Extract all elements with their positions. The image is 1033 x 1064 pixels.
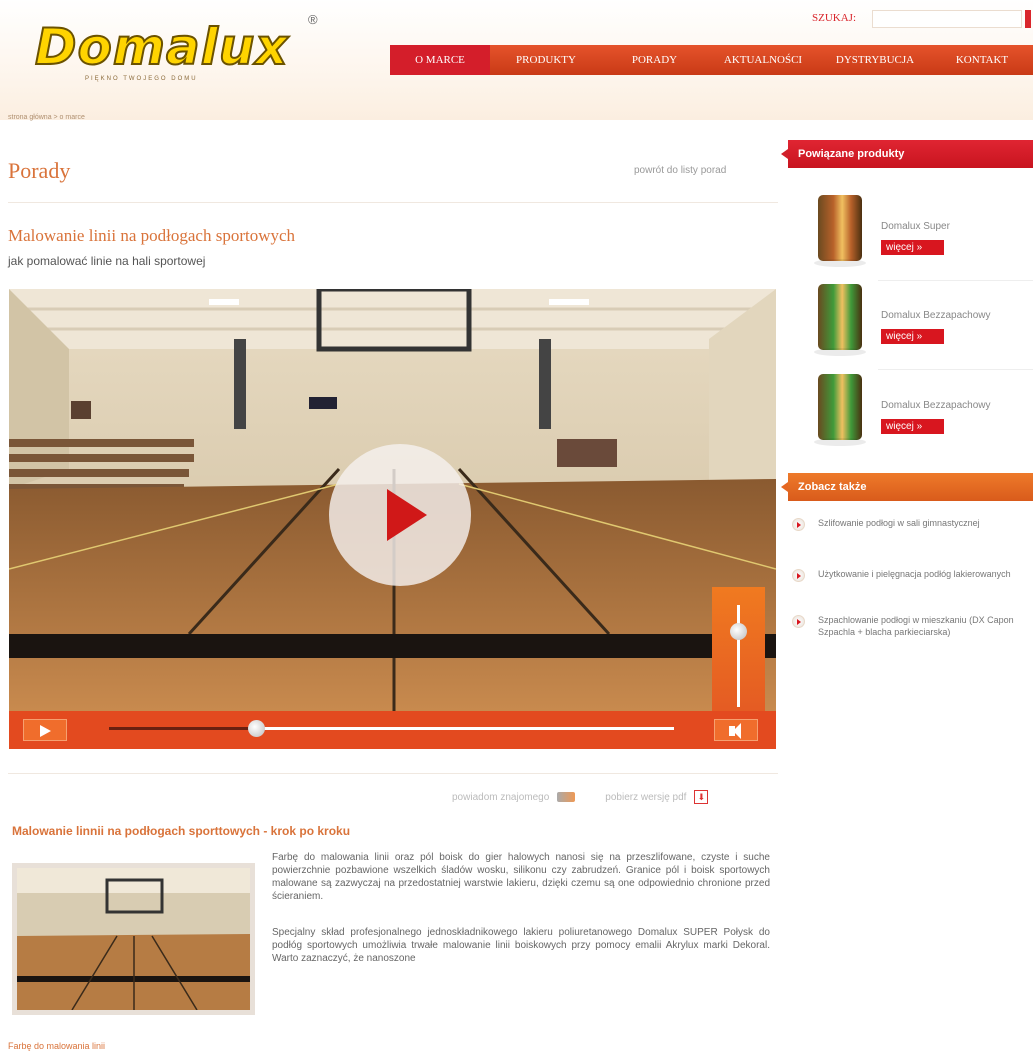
search-button[interactable]: [1025, 10, 1031, 28]
article-paragraph: Specjalny skład profesjonalnego jednoskł…: [272, 927, 770, 964]
logo-text: Domalux: [34, 17, 289, 77]
more-button[interactable]: więcej »: [881, 240, 944, 255]
video-player[interactable]: [9, 289, 776, 749]
arrow-bullet-icon: [792, 615, 805, 628]
arrow-bullet-icon: [792, 569, 805, 582]
divider: [878, 369, 1033, 370]
paint-can-image[interactable]: [818, 284, 862, 350]
speaker-cone-icon: [733, 723, 741, 739]
nav-item-dystrybucja[interactable]: DYSTRYBUCJA: [819, 45, 931, 75]
see-also-link[interactable]: Użytkowanie i pielęgnacja podłóg lakiero…: [792, 568, 1033, 582]
product-item: Domalux Super więcej »: [788, 195, 1033, 285]
article-subtitle: jak pomalować linie na hali sportowej: [8, 254, 206, 268]
divider: [8, 202, 778, 203]
see-also-link[interactable]: Szpachlowanie podłogi w mieszkaniu (DX C…: [792, 614, 1033, 638]
search-label: SZUKAJ:: [812, 12, 857, 24]
product-item: Domalux Bezzapachowy więcej »: [788, 374, 1033, 464]
registered-mark: ®: [308, 12, 318, 27]
paint-can-image[interactable]: [818, 374, 862, 440]
seek-knob[interactable]: [247, 720, 265, 737]
nav-item-aktualnosci[interactable]: AKTUALNOŚCI: [707, 45, 819, 75]
volume-knob[interactable]: [730, 622, 747, 640]
mute-button[interactable]: [714, 719, 758, 741]
nav-item-kontakt[interactable]: KONTAKT: [931, 45, 1033, 75]
seek-bar[interactable]: [109, 720, 674, 737]
can-shadow: [814, 348, 866, 356]
see-also-label: Szpachlowanie podłogi w mieszkaniu (DX C…: [818, 615, 1014, 637]
page-title: Porady: [8, 158, 71, 183]
paint-can-image[interactable]: [818, 195, 862, 261]
pdf-icon[interactable]: ⬇: [694, 790, 709, 804]
back-to-list-link[interactable]: powrót do listy porad: [634, 165, 726, 176]
divider: [878, 280, 1033, 281]
logo[interactable]: Domalux PIĘKNO TWOJEGO DOMU: [34, 17, 305, 88]
product-item: Domalux Bezzapachowy więcej »: [788, 284, 1033, 374]
can-shadow: [814, 259, 866, 267]
logo-tagline: PIĘKNO TWOJEGO DOMU: [85, 76, 198, 82]
can-shadow: [814, 438, 866, 446]
thumbnail-gym-image: [17, 868, 250, 1010]
envelope-icon[interactable]: [557, 792, 576, 802]
notify-friend-link[interactable]: powiadom znajomego: [452, 792, 549, 803]
related-products-title: Powiązane produkty: [798, 148, 905, 160]
play-button[interactable]: [23, 719, 67, 741]
main-nav: O MARCE PRODUKTY PORADY AKTUALNOŚCI DYST…: [390, 45, 1033, 75]
product-name[interactable]: Domalux Bezzapachowy: [881, 310, 991, 321]
see-also-link[interactable]: Szlifowanie podłogi w sali gimnastycznej: [792, 517, 1033, 531]
notch-icon: [781, 149, 788, 159]
product-name[interactable]: Domalux Bezzapachowy: [881, 400, 991, 411]
play-icon: [387, 489, 427, 541]
more-button[interactable]: więcej »: [881, 419, 944, 434]
more-button[interactable]: więcej »: [881, 329, 944, 344]
product-name[interactable]: Domalux Super: [881, 221, 950, 232]
notch-icon: [781, 482, 788, 492]
article-paragraph: Farbę do malowania linii oraz pól boisk …: [272, 852, 770, 902]
see-also-heading: Zobacz także: [781, 473, 1033, 501]
article-title: Malowanie linii na podłogach sportowych: [8, 226, 296, 245]
play-overlay-button[interactable]: [329, 444, 471, 586]
nav-item-produkty[interactable]: PRODUKTY: [490, 45, 602, 75]
search-input[interactable]: [872, 10, 1022, 28]
article-thumbnail[interactable]: [12, 863, 255, 1015]
video-controls: [9, 711, 776, 749]
breadcrumb[interactable]: strona główna > o marce: [8, 114, 85, 121]
see-also-label: Użytkowanie i pielęgnacja podłóg lakiero…: [818, 569, 1011, 579]
volume-track[interactable]: [737, 605, 740, 707]
footer-link[interactable]: Farbę do malowania linii: [8, 1041, 105, 1051]
share-links: powiadom znajomego pobierz wersję pdf ⬇: [452, 790, 709, 804]
download-pdf-link[interactable]: pobierz wersję pdf: [605, 792, 686, 803]
nav-item-porady[interactable]: PORADY: [602, 45, 707, 75]
seek-progress: [109, 727, 256, 730]
divider: [8, 773, 778, 774]
play-icon: [40, 725, 51, 737]
related-products-heading: Powiązane produkty: [781, 140, 1033, 168]
see-also-title: Zobacz także: [798, 481, 867, 493]
see-also-label: Szlifowanie podłogi w sali gimnastycznej: [818, 518, 980, 528]
nav-item-o-marce[interactable]: O MARCE: [390, 45, 490, 75]
arrow-bullet-icon: [792, 518, 805, 531]
section-heading: Malowanie linnii na podłogach sporttowyc…: [12, 824, 351, 838]
